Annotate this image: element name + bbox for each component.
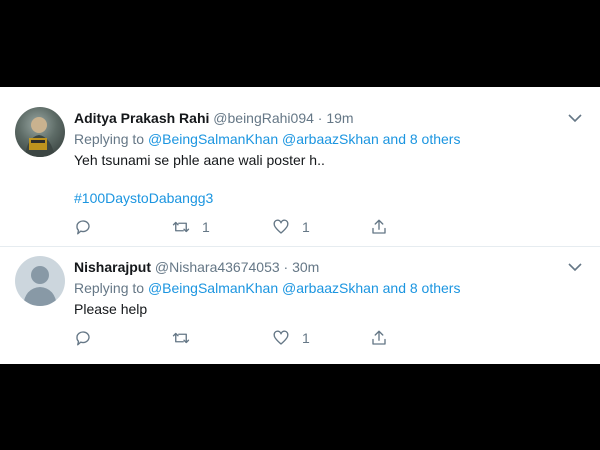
- heart-icon: [273, 219, 289, 234]
- tweet-header: Nisharajput @Nishara43674053 · 30m: [74, 258, 319, 276]
- retweet-icon: [172, 221, 190, 233]
- timestamp[interactable]: 30m: [292, 259, 319, 275]
- author-handle[interactable]: @Nishara43674053: [155, 259, 280, 275]
- avatar[interactable]: [15, 107, 65, 157]
- others-link[interactable]: and 8 others: [383, 131, 461, 147]
- replying-prefix: Replying to: [74, 131, 145, 147]
- like-count: 1: [302, 330, 310, 346]
- avatar[interactable]: [15, 256, 65, 306]
- reply-button[interactable]: [74, 217, 104, 237]
- retweet-icon: [172, 332, 190, 344]
- author-name[interactable]: Aditya Prakash Rahi: [74, 110, 209, 126]
- reply-button[interactable]: [74, 328, 104, 348]
- share-icon: [372, 330, 386, 345]
- reply-icon: [76, 331, 90, 346]
- user-photo-avatar-icon: [25, 117, 55, 157]
- others-link[interactable]: and 8 others: [383, 280, 461, 296]
- retweet-button[interactable]: 1: [172, 217, 210, 237]
- share-button[interactable]: [370, 328, 388, 348]
- tweet-header: Aditya Prakash Rahi @beingRahi094 · 19m: [74, 109, 354, 127]
- replying-to: Replying to @BeingSalmanKhan @arbaazSkha…: [74, 279, 460, 297]
- retweet-count: 1: [202, 219, 210, 235]
- reply-icon: [76, 220, 90, 235]
- retweet-button[interactable]: [172, 328, 202, 348]
- like-button[interactable]: 1: [272, 217, 310, 237]
- timestamp[interactable]: 19m: [326, 110, 353, 126]
- like-button[interactable]: 1: [272, 328, 310, 348]
- replying-prefix: Replying to: [74, 280, 145, 296]
- tweet[interactable]: Nisharajput @Nishara43674053 · 30m Reply…: [0, 247, 600, 364]
- mention-link[interactable]: @BeingSalmanKhan: [148, 280, 278, 296]
- hashtag-link[interactable]: #100DaystoDabangg3: [74, 189, 213, 207]
- tweet-actions: 1 1: [74, 217, 404, 237]
- separator-dot: ·: [317, 110, 323, 126]
- author-name[interactable]: Nisharajput: [74, 259, 151, 275]
- share-button[interactable]: [370, 217, 388, 237]
- replying-to: Replying to @BeingSalmanKhan @arbaazSkha…: [74, 130, 460, 148]
- tweet-text: Yeh tsunami se phle aane wali poster h..: [74, 152, 325, 168]
- default-profile-avatar-icon: [23, 266, 57, 306]
- tweet-text: Please help: [74, 301, 148, 317]
- mention-link[interactable]: @arbaazSkhan: [282, 131, 379, 147]
- like-count: 1: [302, 219, 310, 235]
- heart-icon: [273, 330, 289, 345]
- author-handle[interactable]: @beingRahi094: [213, 110, 314, 126]
- chevron-down-icon[interactable]: [568, 113, 582, 123]
- tweet-actions: 1: [74, 328, 404, 348]
- mention-link[interactable]: @arbaazSkhan: [282, 280, 379, 296]
- separator-dot: ·: [283, 259, 289, 275]
- mention-link[interactable]: @BeingSalmanKhan: [148, 131, 278, 147]
- chevron-down-icon[interactable]: [568, 262, 582, 272]
- tweet-feed: Aditya Prakash Rahi @beingRahi094 · 19m …: [0, 87, 600, 364]
- share-icon: [372, 219, 386, 234]
- tweet[interactable]: Aditya Prakash Rahi @beingRahi094 · 19m …: [0, 87, 600, 247]
